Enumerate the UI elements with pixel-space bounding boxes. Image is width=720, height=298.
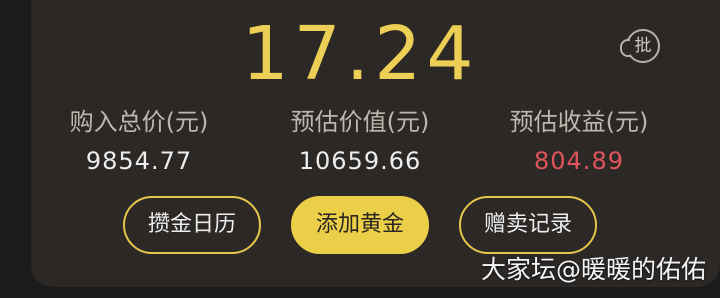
batch-badge-icon[interactable]: 批 [620, 29, 660, 63]
stat-label: 预估价值(元) [290, 108, 430, 136]
stat-total-purchase: 购入总价(元) 9854.77 [19, 105, 259, 181]
sell-records-button[interactable]: 赠卖记录 [459, 196, 597, 254]
stat-label: 预估收益(元) [509, 108, 649, 136]
badge-clip-icon [620, 39, 630, 57]
badge-label: 批 [634, 36, 652, 56]
stat-value: 804.89 [534, 147, 624, 175]
stat-value: 9854.77 [85, 147, 193, 175]
gold-calendar-button[interactable]: 攒金日历 [123, 196, 261, 254]
gold-price-value: 17.24 [241, 11, 479, 97]
stat-estimated-value: 预估价值(元) 10659.66 [240, 105, 480, 181]
stat-label: 购入总价(元) [69, 108, 209, 136]
screen: 17.24 批 购入总价(元) 9854.77 预估价值(元) 10659.66… [0, 0, 720, 298]
stat-estimated-profit: 预估收益(元) 804.89 [459, 105, 699, 181]
stat-value: 10659.66 [298, 147, 422, 175]
add-gold-button[interactable]: 添加黄金 [291, 196, 429, 254]
watermark-text: 大家坛@暖暖的佑佑 [480, 255, 706, 284]
